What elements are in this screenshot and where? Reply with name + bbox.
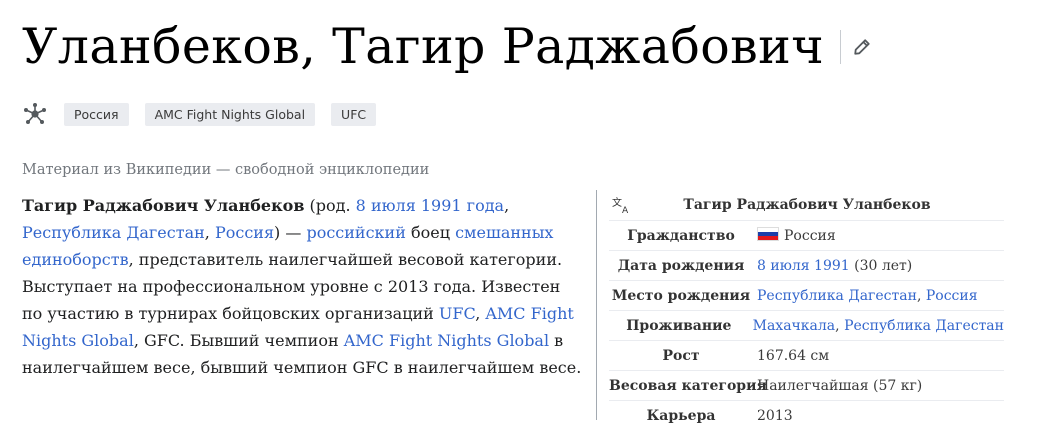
subject-name: Тагир Раджабович Уланбеков (22, 196, 305, 215)
lead-text: , (475, 304, 486, 323)
infobox-value: 167.64 см (757, 347, 830, 364)
infobox-label: Место рождения (611, 287, 751, 304)
lead-text: боец (405, 223, 456, 242)
infobox-label: Гражданство (627, 227, 735, 244)
svg-text:文: 文 (612, 196, 622, 209)
language-icon[interactable]: 文 A (609, 194, 635, 216)
infobox-row-weight: Весовая категория Наилегчайшая (57 кг) (609, 370, 1004, 400)
infobox-row-birthplace: Место рождения Республика Дагестан, Росс… (609, 280, 1004, 310)
link-birthplace-russia[interactable]: Россия (926, 288, 978, 304)
tag-ufc[interactable]: UFC (331, 102, 377, 126)
infobox-value: Махачкала, Республика Дагестан (749, 318, 1004, 334)
separator-text: , (835, 317, 845, 334)
infobox-value: Россия (753, 227, 1004, 244)
link-russia[interactable]: Россия (215, 223, 274, 242)
svg-text:A: A (622, 206, 629, 215)
title-row: Уланбеков, Тагир Раджабович (22, 18, 875, 77)
link-ufc[interactable]: UFC (439, 304, 475, 323)
infobox-title: Тагир Раджабович Уланбеков (683, 197, 931, 213)
hub-network-icon[interactable] (22, 101, 48, 127)
edit-button[interactable] (849, 34, 875, 60)
lead-text: , (204, 223, 215, 242)
tag-amc-fight-nights-global[interactable]: AMC Fight Nights Global (144, 102, 316, 126)
russia-flag-icon (757, 227, 779, 241)
lead-text: , (504, 196, 510, 215)
tag-russia[interactable]: Россия (64, 102, 129, 126)
link-dagestan[interactable]: Республика Дагестан (22, 223, 205, 242)
link-residence-dagestan[interactable]: Республика Дагестан (844, 318, 1004, 334)
citizenship-text: Россия (784, 228, 836, 244)
infobox-label: Проживание (626, 317, 732, 334)
infobox-row-residence: Проживание Махачкала, Республика Дагеста… (609, 310, 1004, 340)
title-divider (840, 30, 842, 65)
link-birthdate-infobox[interactable]: 8 июля 1991 (757, 258, 850, 274)
link-amc-fight-nights-champion[interactable]: AMC Fight Nights Global (344, 331, 549, 350)
infobox-label: Карьера (646, 407, 716, 424)
link-residence-makhachkala[interactable]: Махачкала (753, 318, 836, 334)
infobox-row-birthdate: Дата рождения 8 июля 1991 (30 лет) (609, 250, 1004, 280)
infobox-row-height: Рост 167.64 см (609, 340, 1004, 370)
lead-paragraph: Тагир Раджабович Уланбеков (род. 8 июля … (22, 192, 582, 381)
infobox-value: 2013 (757, 407, 793, 424)
site-tagline: Материал из Википедии — свободной энцикл… (22, 162, 430, 178)
age-text: (30 лет) (849, 257, 913, 274)
infobox: 文 A Тагир Раджабович Уланбеков Гражданст… (596, 190, 1007, 424)
lead-text: ) — (274, 223, 307, 242)
infobox-value: Республика Дагестан, Россия (753, 288, 1004, 304)
infobox-value: 8 июля 1991 (30 лет) (753, 258, 1004, 274)
infobox-label: Дата рождения (617, 257, 745, 274)
infobox-header: 文 A Тагир Раджабович Уланбеков (597, 190, 1007, 220)
page-title: Уланбеков, Тагир Раджабович (22, 18, 825, 75)
link-russian[interactable]: российский (306, 223, 405, 242)
separator-text: , (916, 287, 926, 304)
infobox-value: Наилегчайшая (57 кг) (757, 377, 923, 394)
lead-text: , GFC. Бывший чемпион (133, 331, 344, 350)
tag-row: Россия AMC Fight Nights Global UFC (22, 101, 377, 127)
pencil-icon (854, 39, 870, 56)
link-birthdate[interactable]: 8 июля 1991 года (356, 196, 504, 215)
infobox-label: Рост (662, 347, 700, 364)
lead-text: (род. (304, 196, 356, 215)
infobox-row-citizenship: Гражданство Россия (609, 220, 1004, 250)
infobox-label: Весовая категория (609, 377, 767, 394)
link-birthplace-dagestan[interactable]: Республика Дагестан (757, 288, 917, 304)
